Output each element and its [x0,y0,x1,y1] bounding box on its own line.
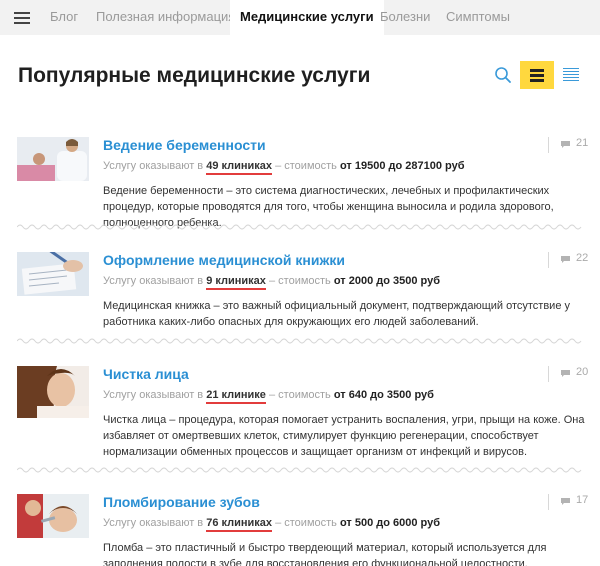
list-view-icon[interactable] [520,61,554,89]
service-thumbnail[interactable] [17,137,89,181]
divider [548,494,549,510]
service-thumbnail[interactable] [17,494,89,538]
tab-diseases[interactable]: Болезни [380,0,430,35]
service-card: Оформление медицинской книжки Услугу ока… [0,252,600,362]
clinics-count-link[interactable]: 9 клиниках [206,275,266,290]
service-card: Чистка лица Услугу оказывают в 21 клиник… [0,366,600,466]
price-range: от 640 до 3500 руб [333,389,434,401]
comment-icon[interactable] [561,498,570,505]
compact-view-icon[interactable] [563,67,579,83]
service-description: Медицинская книжка – это важный официаль… [103,300,570,328]
price-range: от 500 до 6000 руб [339,517,441,529]
page-title: Популярные медицинские услуги [18,64,371,87]
price-range: от 19500 до 287100 руб [339,160,465,172]
service-title[interactable]: Ведение беременности [103,137,266,153]
meta-separator: – стоимость [275,160,337,172]
tab-useful-info[interactable]: Полезная информация [96,0,235,35]
tab-medical-services[interactable]: Медицинские услуги [230,0,384,35]
comment-count: 22 [576,252,589,264]
service-meta: Услугу оказывают в 76 клиниках – стоимос… [103,517,441,532]
meta-prefix: Услугу оказывают в [103,275,204,287]
meta-separator: – стоимость [268,389,331,401]
wave-divider [17,467,582,473]
service-thumbnail[interactable] [17,252,89,296]
comment-icon[interactable] [561,256,570,263]
menu-icon[interactable] [14,12,30,24]
divider [548,252,549,268]
search-icon[interactable] [494,66,512,84]
service-thumbnail[interactable] [17,366,89,418]
divider [548,137,549,153]
service-description: Чистка лица – процедура, которая помогае… [103,414,585,458]
comment-icon[interactable] [561,141,570,148]
wave-divider [17,338,582,344]
tab-blog[interactable]: Блог [50,0,78,35]
top-navigation: Блог Полезная информация Медицинские усл… [0,0,600,35]
divider [548,366,549,382]
clinics-count-link[interactable]: 49 клиниках [206,160,273,175]
service-meta: Услугу оказывают в 49 клиниках – стоимос… [103,160,465,175]
service-meta: Услугу оказывают в 21 клинике – стоимост… [103,389,434,404]
service-title[interactable]: Чистка лица [103,366,189,382]
clinics-count-link[interactable]: 76 клиниках [206,517,273,532]
meta-prefix: Услугу оказывают в [103,160,204,172]
wave-divider [17,224,582,230]
meta-prefix: Услугу оказывают в [103,517,204,529]
comment-count: 21 [576,137,589,149]
meta-separator: – стоимость [268,275,331,287]
service-description: Пломба – это пластичный и быстро твердею… [103,542,547,566]
price-range: от 2000 до 3500 руб [333,275,441,287]
tab-symptoms[interactable]: Симптомы [446,0,510,35]
meta-separator: – стоимость [275,517,337,529]
comment-icon[interactable] [561,370,570,377]
clinics-count-link[interactable]: 21 клинике [206,389,266,404]
service-title[interactable]: Оформление медицинской книжки [103,252,345,268]
comment-count: 20 [576,366,589,378]
service-card: Пломбирование зубов Услугу оказывают в 7… [0,494,600,566]
meta-prefix: Услугу оказывают в [103,389,204,401]
service-meta: Услугу оказывают в 9 клиниках – стоимост… [103,275,441,290]
comment-count: 17 [576,494,589,506]
service-title[interactable]: Пломбирование зубов [103,494,260,510]
